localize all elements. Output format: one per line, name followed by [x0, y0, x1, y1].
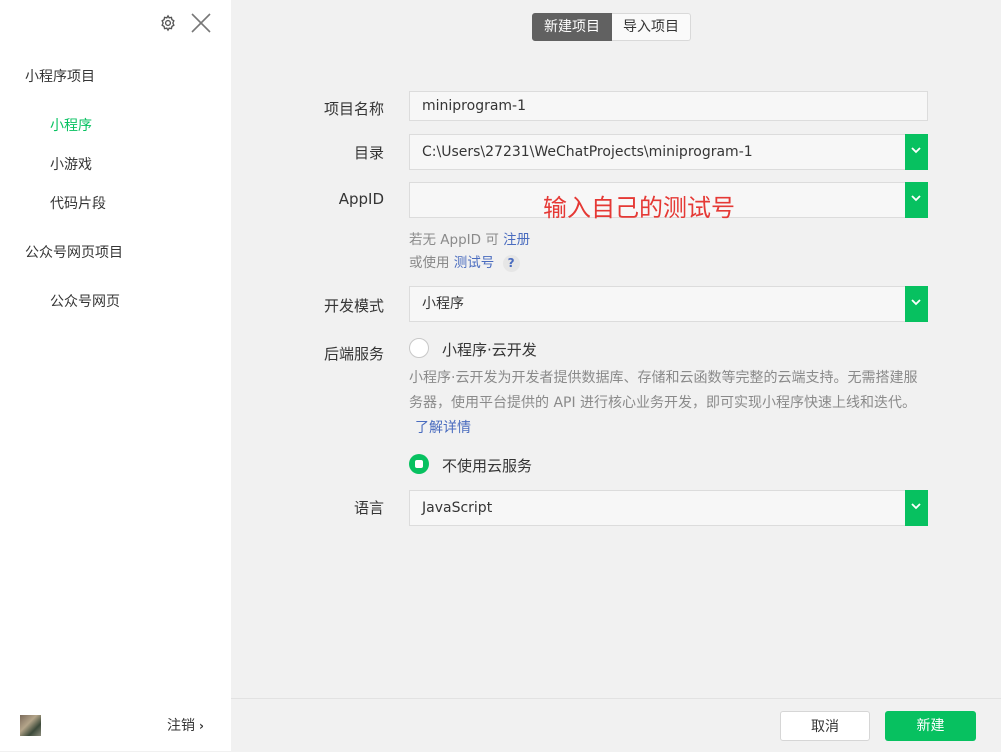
chevron-down-icon	[911, 503, 921, 510]
project-name-label: 项目名称	[323, 100, 384, 118]
dev-mode-label: 开发模式	[323, 297, 384, 315]
appid-label: AppID	[338, 190, 384, 208]
sidebar-item-miniprogram[interactable]: 小程序	[50, 115, 92, 135]
sidebar-item-official-webpage[interactable]: 公众号网页	[50, 291, 120, 311]
sidebar-section-miniprogram: 小程序项目	[25, 69, 95, 85]
language-label: 语言	[353, 499, 384, 517]
language-select[interactable]: JavaScript	[409, 490, 928, 526]
close-icon[interactable]	[190, 12, 212, 34]
learn-more-link[interactable]: 了解详情	[415, 420, 471, 436]
appid-test-hint: 或使用 测试号 ?	[409, 251, 520, 272]
sidebar: 小程序项目 小程序 小游戏 代码片段 公众号网页项目 公众号网页 注销 ›	[0, 0, 231, 751]
appid-annotation: 输入自己的测试号	[543, 194, 735, 222]
radio-no-cloud[interactable]	[409, 454, 429, 474]
appid-hint-text: 若无 AppID 可	[409, 232, 499, 248]
dev-mode-value: 小程序	[422, 296, 464, 312]
sidebar-item-code-snippet[interactable]: 代码片段	[50, 193, 106, 213]
cloud-dev-description-text: 小程序·云开发为开发者提供数据库、存储和云函数等完整的云端支持。无需搭建服务器，…	[409, 370, 918, 411]
appid-alt-text: 或使用	[409, 255, 450, 271]
radio-cloud-dev[interactable]	[409, 338, 429, 358]
chevron-down-icon	[911, 195, 921, 202]
sidebar-section-official-account: 公众号网页项目	[25, 245, 123, 261]
language-value: JavaScript	[422, 500, 493, 516]
project-name-field	[409, 91, 928, 121]
help-icon[interactable]: ?	[502, 254, 520, 272]
appid-register-hint: 若无 AppID 可 注册	[409, 228, 530, 248]
project-name-input[interactable]	[410, 92, 927, 120]
project-tabs: 新建项目 导入项目	[532, 13, 691, 41]
dev-mode-select[interactable]: 小程序	[409, 286, 928, 322]
register-link[interactable]: 注册	[503, 232, 530, 248]
radio-cloud-dev-label[interactable]: 小程序·云开发	[442, 339, 537, 360]
tab-import-project[interactable]: 导入项目	[612, 13, 691, 41]
backend-label: 后端服务	[323, 345, 384, 363]
logout-button[interactable]: 注销 ›	[167, 715, 204, 735]
appid-dropdown-button[interactable]	[905, 182, 928, 218]
create-button[interactable]: 新建	[885, 711, 976, 741]
directory-field[interactable]: C:\Users\27231\WeChatProjects\miniprogra…	[409, 134, 928, 170]
directory-label: 目录	[353, 144, 384, 162]
directory-value: C:\Users\27231\WeChatProjects\miniprogra…	[422, 144, 753, 160]
logout-label: 注销	[167, 718, 195, 734]
test-account-link[interactable]: 测试号	[454, 255, 495, 271]
sidebar-item-minigame[interactable]: 小游戏	[50, 154, 92, 174]
directory-dropdown-button[interactable]	[905, 134, 928, 170]
radio-no-cloud-label[interactable]: 不使用云服务	[442, 455, 532, 476]
chevron-down-icon	[911, 299, 921, 306]
cloud-dev-description: 小程序·云开发为开发者提供数据库、存储和云函数等完整的云端支持。无需搭建服务器，…	[409, 366, 929, 441]
chevron-right-icon: ›	[199, 719, 204, 733]
avatar	[20, 715, 41, 736]
chevron-down-icon	[911, 147, 921, 154]
footer: 取消 新建	[231, 698, 1001, 752]
language-dropdown-button[interactable]	[905, 490, 928, 526]
main-panel: 新建项目 导入项目 项目名称 目录 C:\Users\27231\WeChatP…	[231, 0, 1001, 751]
dev-mode-dropdown-button[interactable]	[905, 286, 928, 322]
tab-new-project[interactable]: 新建项目	[532, 13, 612, 41]
gear-icon[interactable]	[159, 14, 177, 32]
cancel-button[interactable]: 取消	[780, 711, 870, 741]
